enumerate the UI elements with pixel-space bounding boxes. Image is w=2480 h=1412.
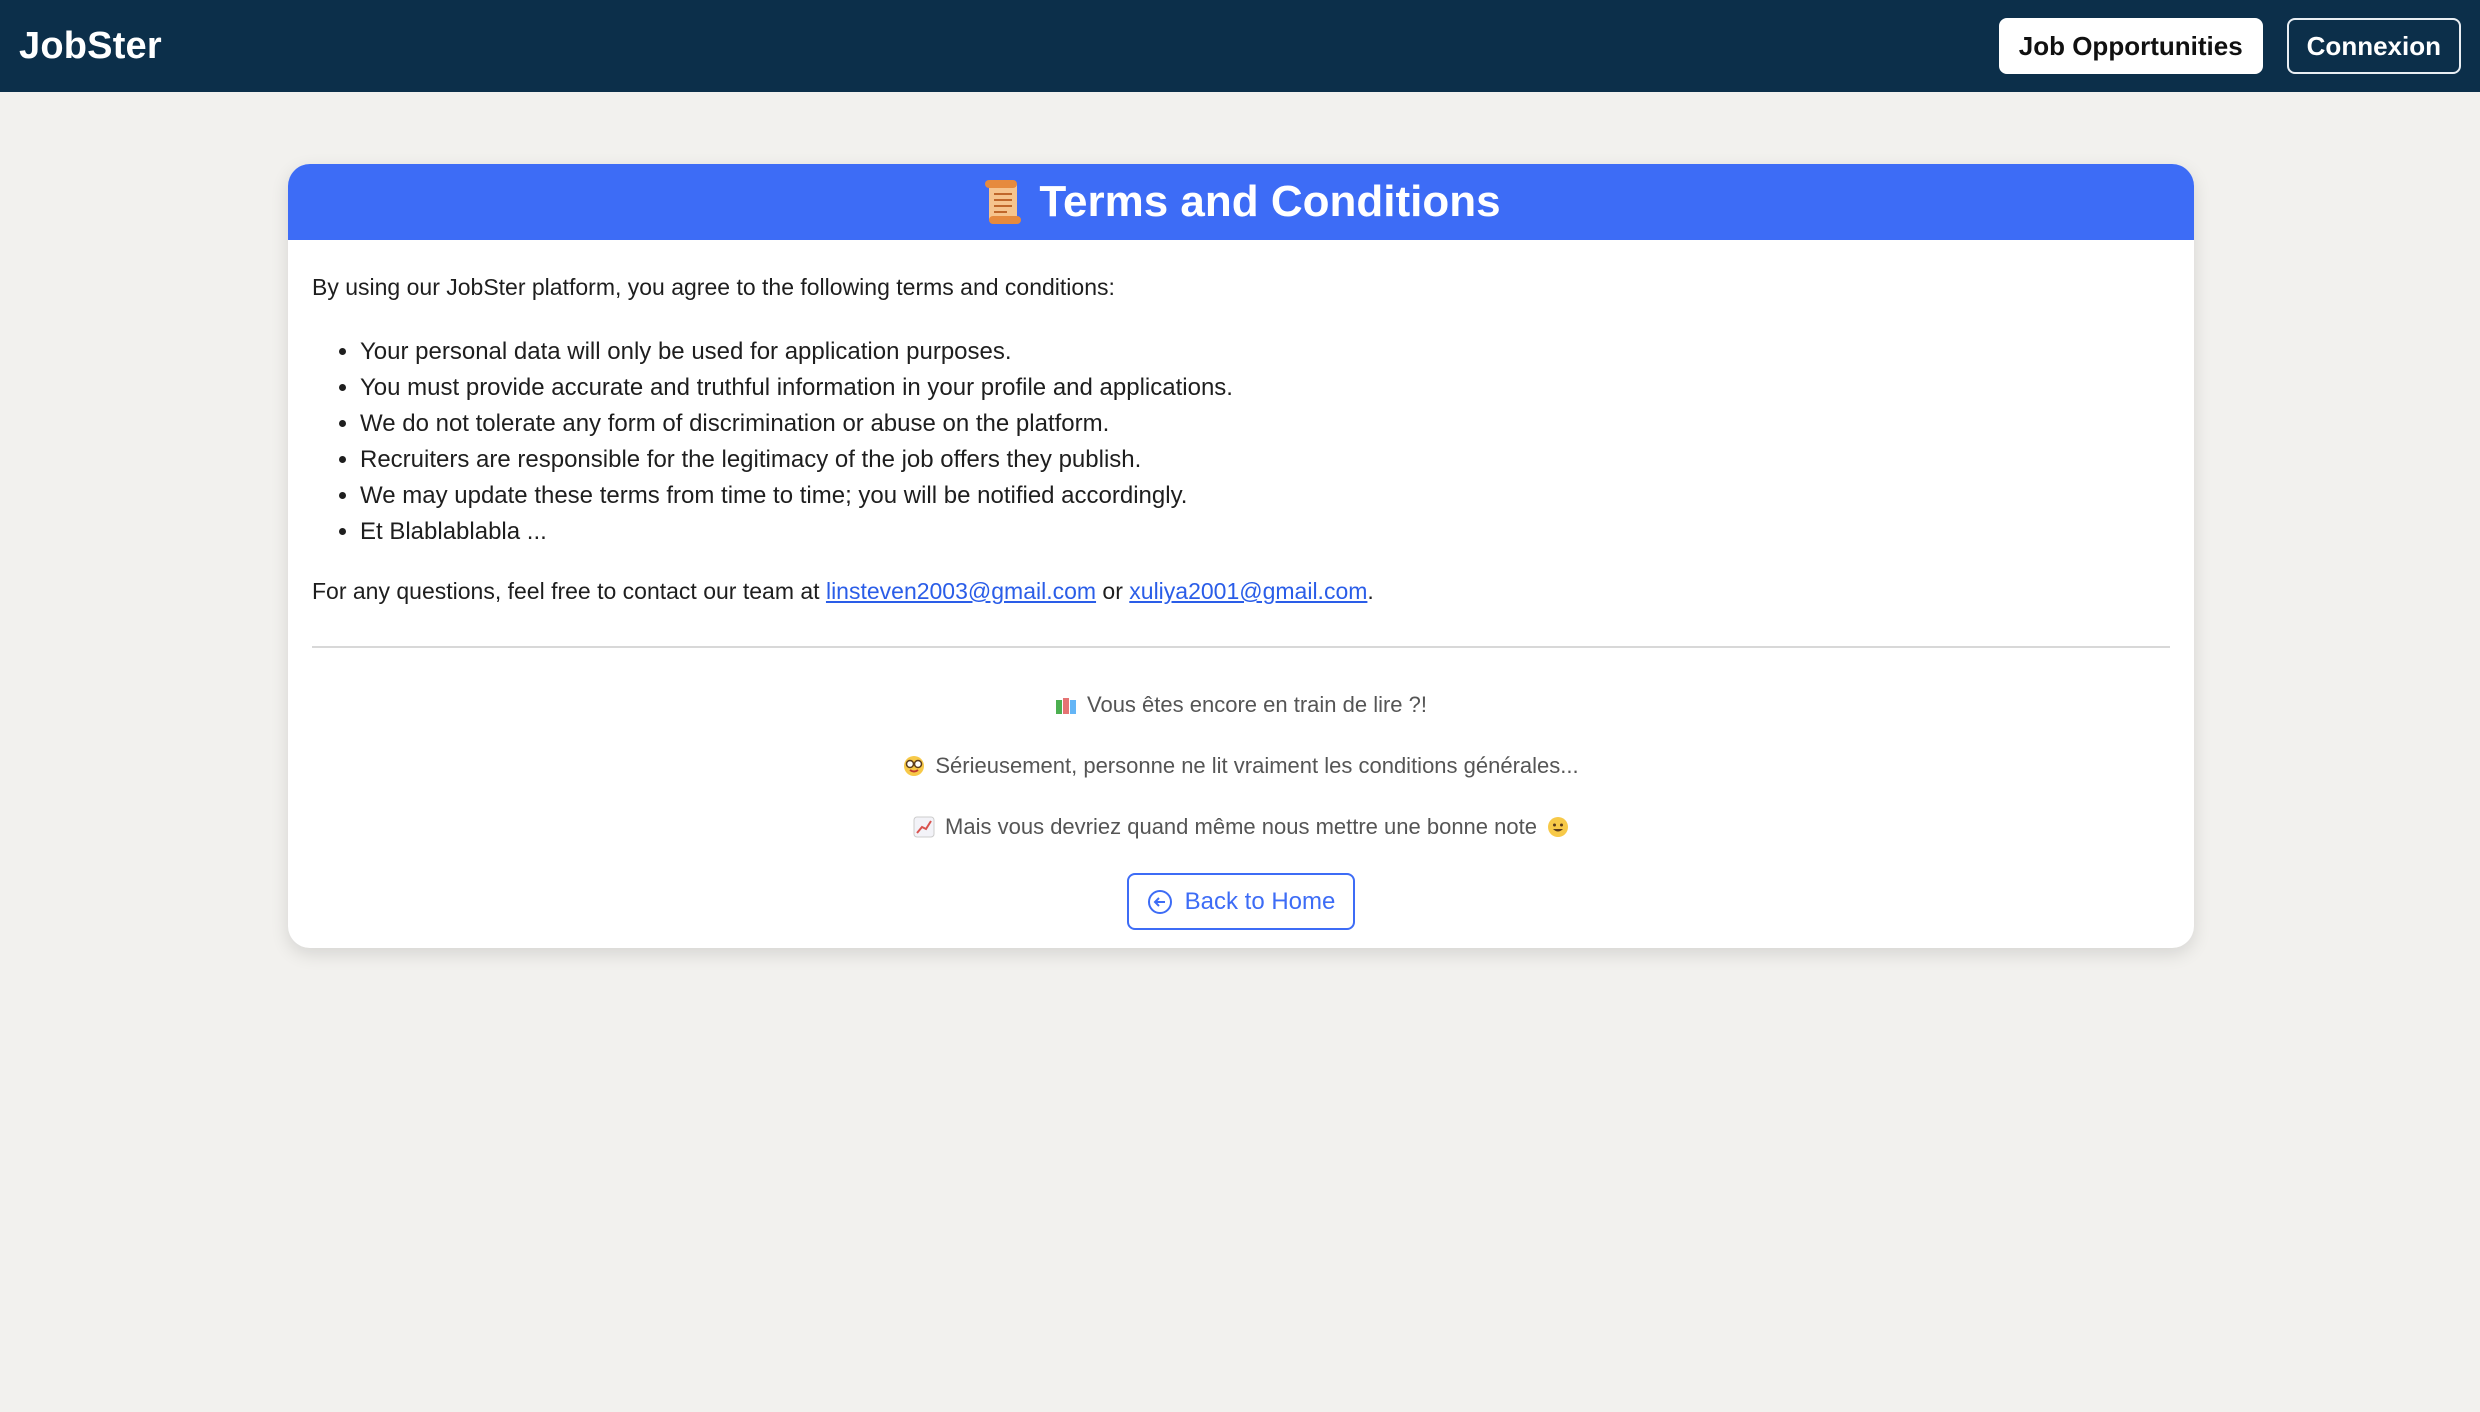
card-header: Terms and Conditions	[288, 164, 2194, 240]
note-text: Sérieusement, personne ne lit vraiment l…	[935, 753, 1579, 778]
page-title: Terms and Conditions	[1039, 177, 1501, 226]
login-button[interactable]: Connexion	[2286, 18, 2461, 74]
back-to-home-label: Back to Home	[1184, 887, 1336, 915]
list-item: We do not tolerate any form of discrimin…	[360, 406, 2170, 442]
back-wrap: Back to Home	[312, 873, 2170, 930]
list-item: Et Blablablabla ...	[360, 514, 2170, 550]
divider	[312, 646, 2170, 648]
brand-logo[interactable]: JobSter	[19, 25, 162, 68]
terms-list: Your personal data will only be used for…	[312, 334, 2170, 550]
note-text: Mais vous devriez quand même nous mettre…	[945, 814, 1537, 839]
email-link-2[interactable]: xuliya2001@gmail.com	[1129, 578, 1367, 604]
note-line: Sérieusement, personne ne lit vraiment l…	[312, 751, 2170, 781]
notes: Vous êtes encore en train de lire ?! Sér…	[312, 690, 2170, 842]
contact-suffix: .	[1367, 578, 1374, 604]
contact-text: For any questions, feel free to contact …	[312, 576, 2170, 606]
note-line: Mais vous devriez quand même nous mettre…	[312, 812, 2170, 842]
navbar: JobSter Job Opportunities Connexion	[0, 0, 2480, 92]
arrow-left-circle-icon	[1147, 889, 1173, 915]
nerd-face-icon	[903, 755, 925, 777]
scroll-icon	[981, 178, 1023, 226]
card-body: By using our JobSter platform, you agree…	[288, 240, 2194, 930]
note-line: Vous êtes encore en train de lire ?!	[312, 690, 2170, 720]
terms-card: Terms and Conditions By using our JobSte…	[288, 164, 2194, 948]
grinning-face-icon	[1547, 816, 1569, 838]
list-item: You must provide accurate and truthful i…	[360, 370, 2170, 406]
email-link-1[interactable]: linsteven2003@gmail.com	[826, 578, 1096, 604]
back-to-home-button[interactable]: Back to Home	[1126, 873, 1356, 930]
chart-increasing-icon	[913, 816, 935, 838]
contact-separator: or	[1096, 578, 1130, 604]
list-item: We may update these terms from time to t…	[360, 478, 2170, 514]
job-opportunities-button[interactable]: Job Opportunities	[1998, 18, 2263, 74]
intro-text: By using our JobSter platform, you agree…	[312, 274, 1115, 300]
nav-actions: Job Opportunities Connexion	[1998, 18, 2461, 74]
books-icon	[1055, 694, 1077, 716]
list-item: Recruiters are responsible for the legit…	[360, 442, 2170, 478]
contact-prefix: For any questions, feel free to contact …	[312, 578, 826, 604]
note-text: Vous êtes encore en train de lire ?!	[1087, 692, 1427, 717]
list-item: Your personal data will only be used for…	[360, 334, 2170, 370]
